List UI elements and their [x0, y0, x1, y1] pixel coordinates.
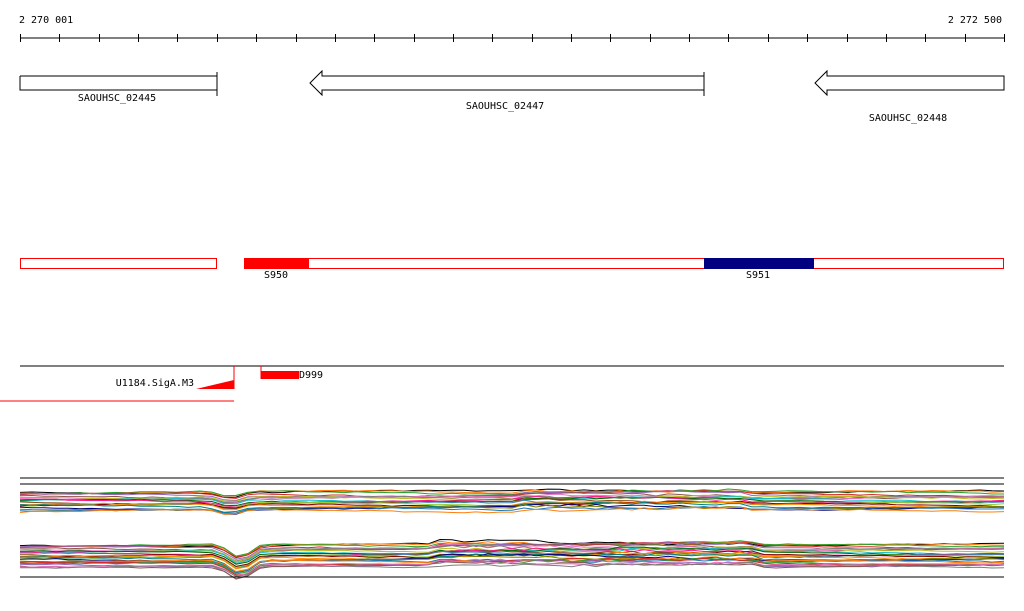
genome-browser-view: 2 270 001 2 272 500 SAOUHSC_02445 SAOUHS… [0, 15, 1005, 580]
segment-label-s951: S951 [746, 270, 770, 281]
gene-label-saouhsc-02445: SAOUHSC_02445 [78, 93, 156, 104]
ruler-start-label: 2 270 001 [19, 15, 73, 26]
segment-label-s950: S950 [264, 270, 288, 281]
gene-label-saouhsc-02447: SAOUHSC_02447 [466, 101, 544, 112]
gene-track: SAOUHSC_02445 SAOUHSC_02447 SAOUHSC_0244… [19, 69, 1005, 124]
expression-track-2 [19, 538, 1005, 580]
segment-box-left[interactable] [20, 258, 217, 269]
gene-arrow-saouhsc-02445[interactable] [19, 75, 218, 91]
segment-s950[interactable] [244, 258, 309, 269]
coordinate-ruler: 2 270 001 2 272 500 [19, 15, 1005, 42]
feature-track: U1184.SigA.M3 D999 [0, 365, 1004, 402]
gene-label-saouhsc-02448: SAOUHSC_02448 [869, 113, 947, 124]
profile-lines-1 [19, 488, 1005, 515]
item-d999-label: D999 [299, 370, 323, 381]
item-d999-bar[interactable] [261, 371, 299, 379]
expression-track-1 [19, 477, 1005, 515]
gene-arrow-saouhsc-02447[interactable] [309, 69, 705, 97]
motif-label: U1184.SigA.M3 [116, 378, 194, 389]
segment-track: S950 S951 [20, 258, 1004, 281]
gene-arrow-saouhsc-02448[interactable] [814, 69, 1005, 97]
profile-lines-2 [19, 538, 1005, 580]
segment-box-right[interactable] [244, 258, 1004, 269]
ruler-end-label: 2 272 500 [948, 15, 1002, 26]
segment-s951[interactable] [704, 258, 814, 269]
motif-wedge[interactable] [196, 380, 234, 389]
